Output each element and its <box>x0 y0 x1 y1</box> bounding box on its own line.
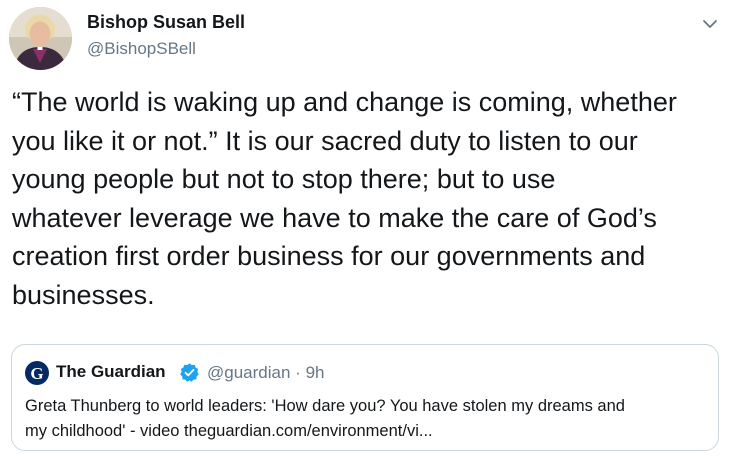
quoted-author-handle[interactable]: @guardian <box>207 363 290 382</box>
tweet-text-line: you like it or not.” It is our sacred du… <box>12 125 638 156</box>
avatar-image <box>9 7 72 70</box>
quoted-timestamp[interactable]: 9h <box>306 363 325 382</box>
author-avatar[interactable] <box>9 7 72 70</box>
quoted-meta: @guardian · 9h <box>207 363 325 383</box>
quoted-author-name[interactable]: The Guardian <box>56 362 166 382</box>
verified-badge-icon <box>179 362 200 383</box>
svg-text:G: G <box>30 364 43 383</box>
tweet-text: “The world is waking up and change is co… <box>12 83 724 314</box>
quoted-text-line: Greta Thunberg to world leaders: 'How da… <box>25 397 625 415</box>
guardian-logo-icon[interactable]: G <box>25 361 49 385</box>
chevron-down-icon[interactable] <box>700 14 720 34</box>
tweet-text-line: young people but not to stop there; but … <box>12 164 556 194</box>
meta-separator: · <box>295 363 301 382</box>
tweet-text-line: “The world is waking up and change is co… <box>12 87 677 117</box>
quoted-tweet-card[interactable]: G The Guardian @guardian · 9h Greta Thun… <box>11 344 719 451</box>
quoted-text-line: my childhood' - video theguardian.com/en… <box>25 421 433 440</box>
tweet-text-line: businesses. <box>12 279 155 310</box>
author-handle[interactable]: @BishopSBell <box>87 39 196 59</box>
tweet-text-line: whatever leverage we have to make the ca… <box>12 202 657 233</box>
author-name[interactable]: Bishop Susan Bell <box>87 12 245 33</box>
tweet-text-line: creation first order business for our go… <box>12 241 646 271</box>
tweet-card: Bishop Susan Bell @BishopSBell “The worl… <box>0 0 730 458</box>
quoted-tweet-text: Greta Thunberg to world leaders: 'How da… <box>25 394 715 443</box>
